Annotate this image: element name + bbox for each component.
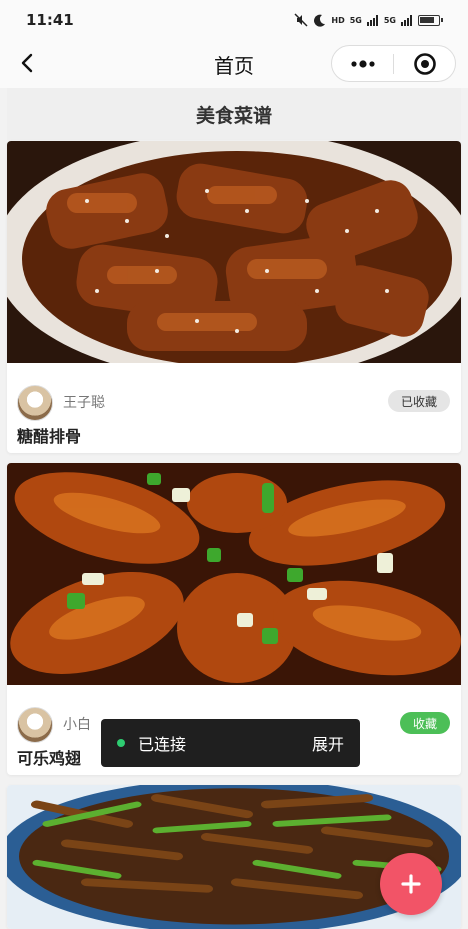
connection-toast: 已连接 展开 [101, 719, 360, 767]
author-name: 王子聪 [63, 395, 105, 411]
5g-signal-2: 5G [383, 15, 396, 25]
expand-button[interactable]: 展开 [312, 731, 344, 755]
status-bar: 11:41 HD 5G 5G [0, 0, 468, 40]
signal-icon-2 [401, 14, 412, 26]
status-time: 11:41 [26, 11, 74, 29]
hd-indicator: HD [331, 15, 345, 25]
signal-icon [366, 14, 378, 26]
battery-icon [418, 14, 443, 26]
favorite-button[interactable]: 收藏 [399, 712, 450, 734]
page-title: 首页 [214, 53, 254, 78]
avatar [17, 707, 53, 743]
card-meta: 王子聪 糖醋排骨 已收藏 [7, 363, 461, 453]
status-icons: HD 5G 5G [294, 13, 443, 27]
section-title: 美食菜谱 [7, 88, 461, 140]
avatar [17, 385, 53, 421]
back-button[interactable] [14, 50, 40, 76]
nav-bar: 首页 [0, 40, 468, 88]
chevron-left-icon [21, 53, 33, 73]
recipe-image-spare-ribs[interactable] [7, 141, 461, 363]
recipe-image-cola-wings[interactable] [7, 463, 461, 685]
5g-signal-1: 5G [349, 15, 362, 25]
recipe-card[interactable]: 王子聪 糖醋排骨 已收藏 [7, 141, 461, 453]
dish-name: 可乐鸡翅 [17, 749, 82, 768]
more-dots-icon [350, 59, 375, 68]
connection-status: 已连接 [138, 735, 187, 754]
mute-icon [294, 13, 308, 27]
close-button[interactable] [394, 46, 455, 81]
add-recipe-button[interactable] [380, 853, 442, 915]
more-button[interactable] [332, 46, 393, 81]
target-icon [413, 52, 436, 75]
favorite-button[interactable]: 已收藏 [387, 390, 450, 412]
dish-name: 糖醋排骨 [17, 427, 82, 446]
author-name: 小白 [63, 717, 91, 733]
mini-program-capsule [331, 45, 456, 82]
plus-icon [401, 874, 421, 894]
connected-dot [117, 739, 125, 747]
moon-icon [314, 14, 326, 27]
